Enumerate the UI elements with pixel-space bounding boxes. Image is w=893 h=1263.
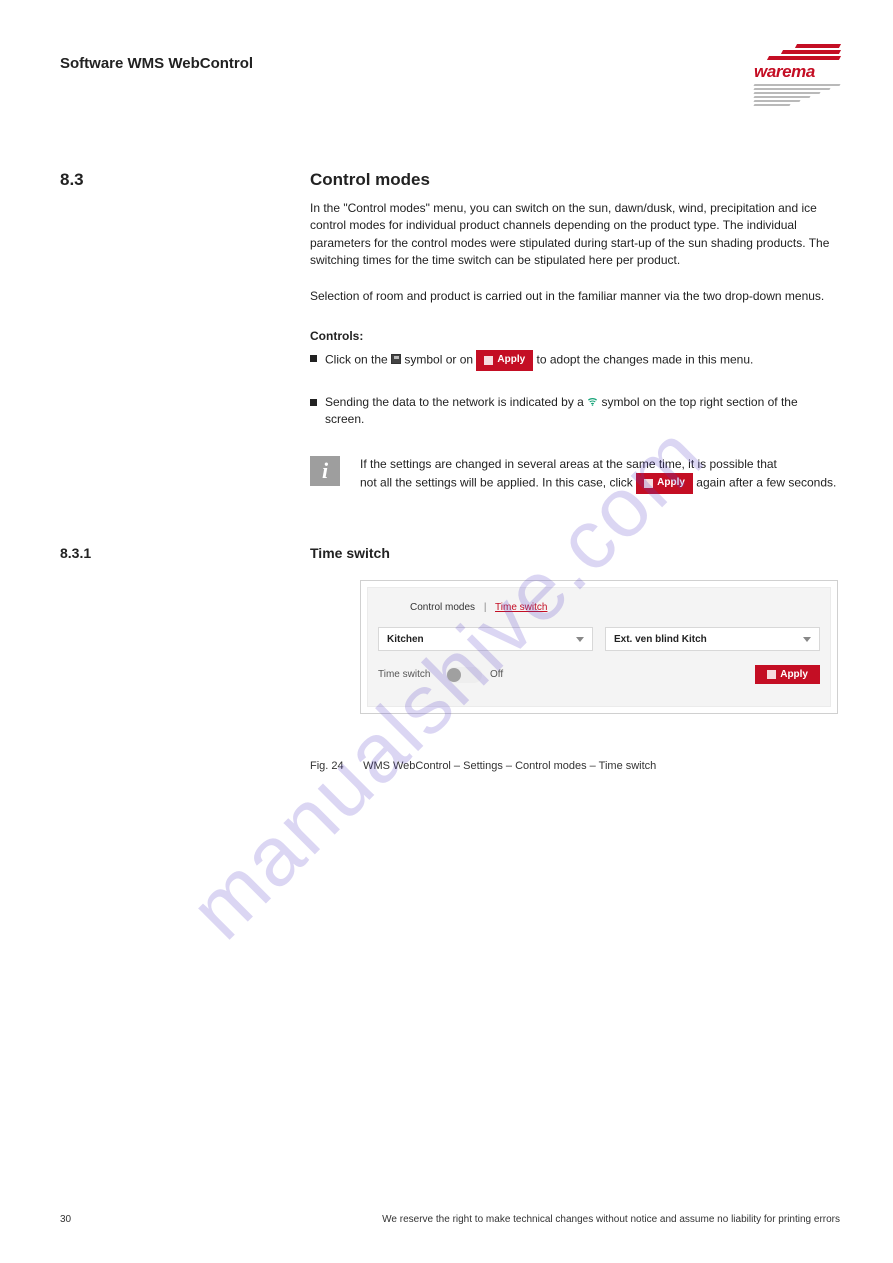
toggle-state: Off: [490, 669, 503, 680]
brand-name: warema: [754, 62, 840, 82]
breadcrumb-parent[interactable]: Control modes: [410, 602, 475, 613]
info-line2a: not all the settings will be applied. In…: [360, 476, 636, 490]
subsection-number: 8.3.1: [60, 545, 91, 561]
chevron-down-icon: [803, 637, 811, 642]
room-select-value: Kitchen: [387, 634, 424, 645]
intro-paragraph-1: In the "Control modes" menu, you can swi…: [310, 200, 838, 270]
page-header: Software WMS WebControl: [60, 55, 253, 72]
wifi-icon: [587, 395, 601, 409]
bullet-1-text-a: Click on the: [325, 352, 391, 366]
breadcrumb-current[interactable]: Time switch: [495, 602, 547, 613]
screenshot-panel: Control modes | Time switch Kitchen Ext.…: [360, 580, 838, 714]
bullet-1-text-b: symbol or on: [404, 352, 476, 366]
apply-button-label: Apply: [780, 669, 808, 680]
bullet-2-text-a: Sending the data to the network is indic…: [325, 395, 587, 409]
breadcrumb: Control modes | Time switch: [378, 596, 820, 623]
section-number: 8.3: [60, 170, 84, 190]
info-icon: i: [310, 456, 340, 486]
room-select[interactable]: Kitchen: [378, 627, 593, 651]
bullet-1: Click on the symbol or on Apply to adopt…: [310, 350, 838, 371]
section-title: Control modes: [310, 170, 430, 190]
apply-button-inline-1[interactable]: Apply: [476, 350, 533, 371]
controls-heading: Controls:: [310, 328, 838, 345]
breadcrumb-separator: |: [484, 602, 487, 613]
product-select[interactable]: Ext. ven blind Kitch: [605, 627, 820, 651]
save-icon: [391, 354, 401, 364]
figure-caption: Fig. 24 WMS WebControl – Settings – Cont…: [310, 760, 656, 772]
figure-number: Fig. 24: [310, 760, 360, 772]
product-select-value: Ext. ven blind Kitch: [614, 634, 707, 645]
subsection-title: Time switch: [310, 545, 390, 561]
apply-button-inline-2[interactable]: Apply: [636, 473, 693, 494]
footer-disclaimer: We reserve the right to make technical c…: [382, 1214, 840, 1225]
toggle-label: Time switch: [378, 669, 438, 680]
bullet-2: Sending the data to the network is indic…: [310, 394, 838, 429]
time-switch-toggle[interactable]: [446, 667, 482, 683]
info-line2b: again after a few seconds.: [696, 476, 836, 490]
brand-logo: warema: [754, 44, 840, 108]
intro-paragraph-2: Selection of room and product is carried…: [310, 288, 838, 305]
bullet-1-text-c: to adopt the changes made in this menu.: [537, 352, 754, 366]
apply-button[interactable]: Apply: [755, 665, 820, 684]
info-text: If the settings are changed in several a…: [360, 456, 838, 494]
info-line1: If the settings are changed in several a…: [360, 457, 777, 471]
chevron-down-icon: [576, 637, 584, 642]
page-number: 30: [60, 1214, 71, 1225]
figure-text: WMS WebControl – Settings – Control mode…: [363, 760, 656, 772]
save-icon: [767, 670, 776, 679]
